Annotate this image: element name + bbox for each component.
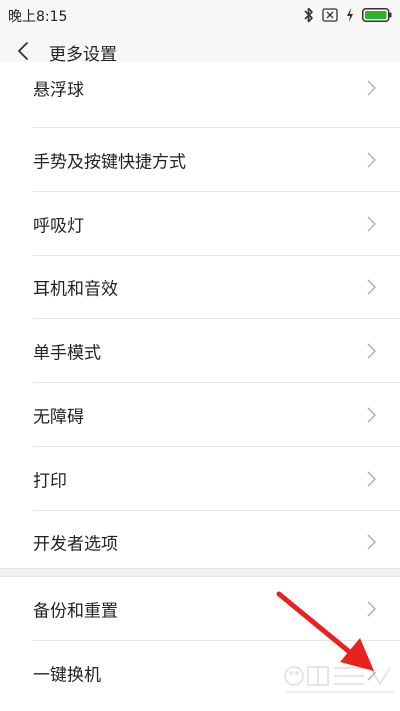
list-item-one-handed-mode[interactable]: 单手模式 [0,319,400,383]
list-item-label: 开发者选项 [33,534,118,555]
list-item-accessibility[interactable]: 无障碍 [0,383,400,447]
back-button[interactable] [10,38,36,64]
status-bar: 晚上8:15 [0,0,400,30]
list-item-label: 备份和重置 [33,601,118,622]
chevron-right-icon [367,152,377,168]
bluetooth-icon [304,7,313,23]
list-item-gestures[interactable]: 手势及按键快捷方式 [0,128,400,192]
status-icons [304,6,392,24]
list-item-breathing-light[interactable]: 呼吸灯 [0,192,400,256]
chevron-right-icon [367,534,377,550]
list-item-label: 悬浮球 [33,80,84,101]
phone-screen: 晚上8:15 更多设置 悬浮球 手势及按键快捷方式 呼吸灯 耳机和音效 单手模式… [0,0,400,711]
section-separator [0,568,400,577]
list-item-label: 耳机和音效 [33,279,118,300]
list-item-floating-ball[interactable]: 悬浮球 [0,62,400,128]
chevron-right-icon [367,471,377,487]
list-item-headphones-audio[interactable]: 耳机和音效 [0,256,400,320]
settings-list: 悬浮球 手势及按键快捷方式 呼吸灯 耳机和音效 单手模式 无障碍 打印 开发者选… [0,62,400,575]
battery-icon [362,8,392,22]
list-item-printing[interactable]: 打印 [0,447,400,511]
chevron-right-icon [367,279,377,295]
list-item-label: 打印 [33,471,67,492]
list-item-label: 呼吸灯 [33,216,84,237]
chevron-right-icon [367,80,377,96]
chevron-right-icon [367,216,377,232]
chevron-left-icon [18,42,28,60]
watermark-logo [284,666,394,693]
sim-off-icon [322,8,338,22]
list-item-label: 手势及按键快捷方式 [33,152,186,173]
chevron-right-icon [367,407,377,423]
chevron-right-icon [367,343,377,359]
list-item-developer-options[interactable]: 开发者选项 [0,511,400,575]
chevron-right-icon [367,601,377,617]
charging-icon [347,8,353,22]
list-item-label: 单手模式 [33,343,101,364]
list-item-label: 无障碍 [33,407,84,428]
list-item-label: 一键换机 [33,665,101,686]
list-item-backup-reset[interactable]: 备份和重置 [0,577,400,641]
status-time: 晚上8:15 [8,9,68,25]
